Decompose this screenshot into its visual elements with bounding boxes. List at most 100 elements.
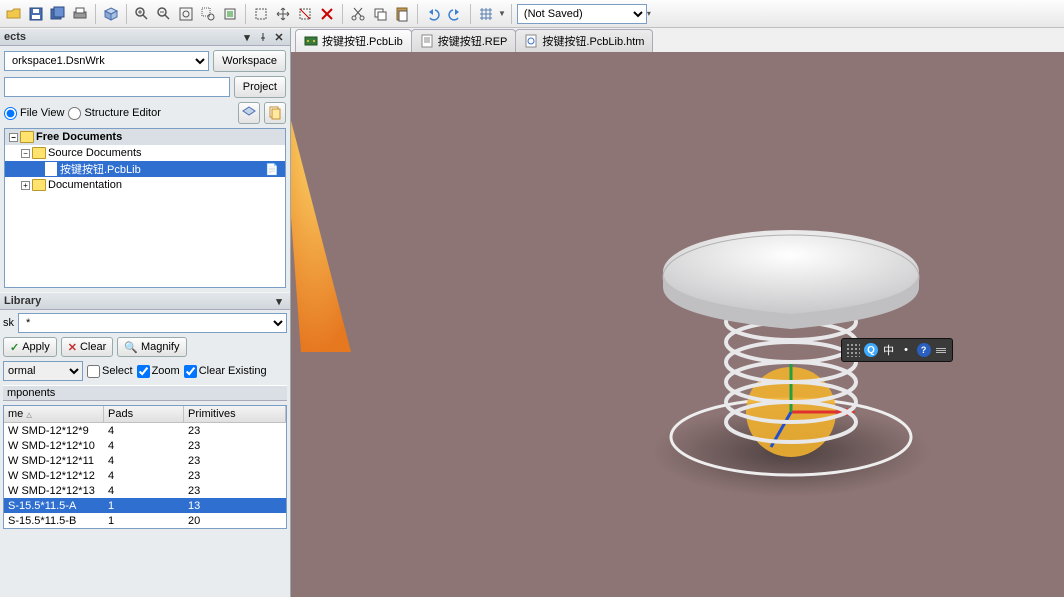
cell-prims: 23 [184, 483, 286, 499]
cell-prims: 20 [184, 513, 286, 529]
table-row[interactable]: W SMD-12*12*10423 [4, 438, 286, 453]
tab-icon [304, 34, 318, 48]
table-row[interactable]: S-15.5*11.5-A113 [4, 498, 286, 513]
folder-icon [20, 131, 34, 143]
doc-tab[interactable]: 按键按钮.REP [411, 29, 517, 52]
file-view-radio[interactable]: File View [4, 107, 64, 120]
tree-group-free-docs[interactable]: − Free Documents [5, 129, 285, 145]
table-row[interactable]: W SMD-12*12*13423 [4, 483, 286, 498]
tree-node-selected-file[interactable]: 按键按钮.PcbLib 📄 [5, 161, 285, 177]
tab-icon [524, 34, 538, 48]
tree-node-source-docs[interactable]: − Source Documents [5, 145, 285, 161]
ime-help-icon[interactable]: ? [917, 341, 931, 359]
cell-prims: 13 [184, 498, 286, 514]
components-group[interactable]: mponents [3, 385, 287, 401]
doc-tab[interactable]: 按键按钮.PcbLib.htm [515, 29, 653, 52]
apply-button[interactable]: ✓Apply [3, 337, 57, 357]
clear-button[interactable]: ✕Clear [61, 337, 114, 357]
cell-pads: 4 [104, 468, 184, 484]
cell-pads: 1 [104, 513, 184, 529]
docs-button[interactable] [264, 102, 286, 124]
cut-icon[interactable] [348, 4, 368, 24]
ime-dot-icon[interactable]: • [899, 341, 912, 359]
workspace-button[interactable]: Workspace [213, 50, 286, 72]
clear-icon[interactable] [317, 4, 337, 24]
snapshot-select[interactable]: (Not Saved) [517, 4, 647, 24]
3d-viewport[interactable]: Q 中 • ? [291, 52, 1064, 597]
doc-tab[interactable]: 按键按钮.PcbLib [295, 29, 412, 52]
clear-existing-checkbox[interactable]: Clear Existing [184, 365, 267, 378]
ime-menu-icon[interactable] [935, 341, 948, 359]
zoom-area-icon[interactable] [198, 4, 218, 24]
zoom-in-icon[interactable] [132, 4, 152, 24]
expand-icon[interactable]: − [9, 133, 18, 142]
table-row[interactable]: W SMD-12*12*9423 [4, 423, 286, 438]
grid-icon[interactable] [476, 4, 496, 24]
zoom-selected-icon[interactable] [220, 4, 240, 24]
select-checkbox[interactable]: Select [87, 365, 133, 378]
table-row[interactable]: W SMD-12*12*12423 [4, 468, 286, 483]
col-name[interactable]: me △ [4, 406, 104, 422]
expand-icon[interactable]: + [21, 181, 30, 190]
mode-select[interactable]: ormal [3, 361, 83, 381]
file-icon [45, 162, 57, 176]
table-row[interactable]: S-15.5*11.5-B120 [4, 513, 286, 528]
projects-title: ects [4, 31, 26, 43]
project-path-input[interactable] [4, 77, 230, 97]
cell-name: W SMD-12*12*12 [4, 468, 104, 484]
panel-dropdown-icon[interactable]: ▾ [272, 294, 286, 308]
doc-tabbar: 按键按钮.PcbLib 按键按钮.REP 按键按钮.PcbLib.htm [291, 28, 1064, 52]
save-icon[interactable] [26, 4, 46, 24]
cell-pads: 4 [104, 438, 184, 454]
doc-open-icon: 📄 [265, 163, 279, 176]
cell-prims: 23 [184, 423, 286, 439]
paste-icon[interactable] [392, 4, 412, 24]
library-title: Library [4, 295, 41, 307]
tree-node-documentation[interactable]: + Documentation [5, 177, 285, 193]
deselect-icon[interactable] [295, 4, 315, 24]
cell-name: W SMD-12*12*9 [4, 423, 104, 439]
folder-icon [32, 147, 46, 159]
view3d-icon[interactable] [101, 4, 121, 24]
structure-editor-radio[interactable]: Structure Editor [68, 107, 160, 120]
undo-icon[interactable] [423, 4, 443, 24]
zoom-out-icon[interactable] [154, 4, 174, 24]
folder-icon [32, 179, 46, 191]
print-icon[interactable] [70, 4, 90, 24]
tab-label: 按键按钮.REP [438, 33, 508, 49]
ime-q-icon[interactable]: Q [864, 341, 878, 359]
project-button[interactable]: Project [234, 76, 286, 98]
library-panel-header: Library ▾ [0, 292, 290, 310]
save-all-icon[interactable] [48, 4, 68, 24]
col-prims[interactable]: Primitives [184, 406, 286, 422]
panel-dropdown-icon[interactable]: ▾ [240, 30, 254, 44]
ime-mode[interactable]: 中 [882, 341, 895, 359]
compile-button[interactable] [238, 102, 260, 124]
cell-name: S-15.5*11.5-B [4, 513, 104, 529]
components-grid[interactable]: me △ Pads Primitives W SMD-12*12*9423W S… [3, 405, 287, 529]
zoom-fit-icon[interactable] [176, 4, 196, 24]
select-icon[interactable] [251, 4, 271, 24]
open-icon[interactable] [4, 4, 24, 24]
zoom-checkbox[interactable]: Zoom [137, 365, 180, 378]
panel-close-icon[interactable]: ✕ [272, 30, 286, 44]
main-toolbar: ▼ (Not Saved) ▾ [0, 0, 1064, 28]
expand-icon[interactable]: − [21, 149, 30, 158]
move-icon[interactable] [273, 4, 293, 24]
cell-prims: 23 [184, 468, 286, 484]
copy-icon[interactable] [370, 4, 390, 24]
project-tree[interactable]: − Free Documents − Source Documents 按键按钮… [4, 128, 286, 288]
redo-icon[interactable] [445, 4, 465, 24]
cell-name: W SMD-12*12*13 [4, 483, 104, 499]
ime-grid-icon[interactable] [846, 341, 860, 359]
workspace-select[interactable]: orkspace1.DsnWrk [4, 51, 209, 71]
col-pads[interactable]: Pads [104, 406, 184, 422]
cell-prims: 23 [184, 438, 286, 454]
magnify-button[interactable]: 🔍Magnify [117, 337, 186, 357]
ime-toolbar[interactable]: Q 中 • ? [841, 338, 953, 362]
panel-pin-icon[interactable] [256, 30, 270, 44]
table-row[interactable]: W SMD-12*12*11423 [4, 453, 286, 468]
mask-input[interactable]: * [18, 313, 287, 333]
projects-panel-header: ects ▾ ✕ [0, 28, 290, 46]
cell-pads: 4 [104, 483, 184, 499]
